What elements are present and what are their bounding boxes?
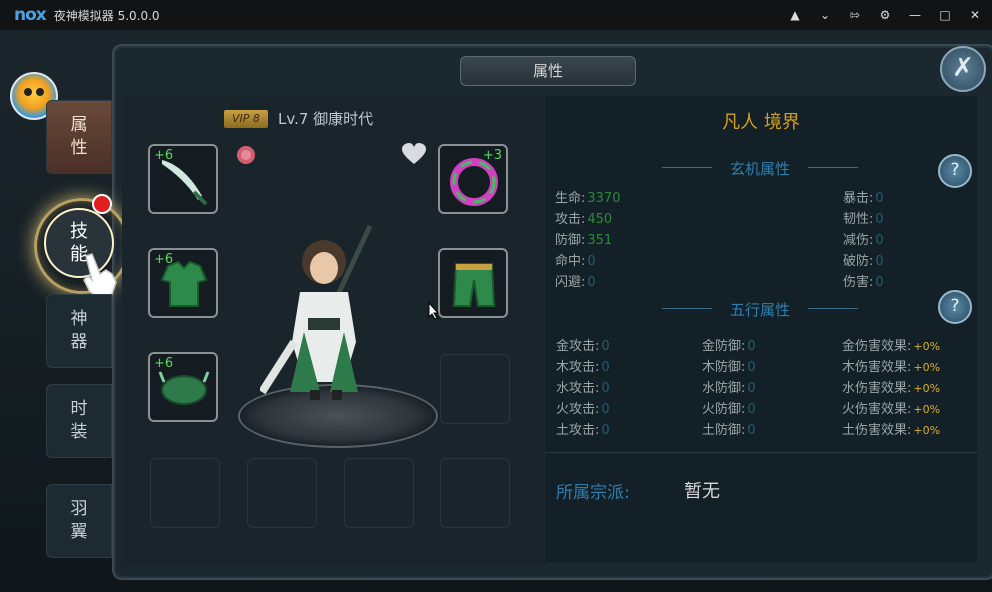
tab-attributes[interactable]: 属 性: [46, 100, 112, 174]
help-button[interactable]: ?: [938, 154, 972, 188]
tab-label: 羽 翼: [70, 499, 88, 542]
empty-slot[interactable]: [344, 458, 414, 528]
stat-row: 水防御: 0: [702, 381, 756, 396]
stat-row: 火伤害效果: +0%: [842, 402, 941, 417]
stat-row: 生命: 3370: [555, 191, 621, 206]
section-heading: 五行属性: [729, 301, 790, 319]
stat-row: 命中: 0: [555, 254, 596, 269]
tab-label: 时 装: [70, 399, 88, 442]
stat-row: 土伤害效果: +0%: [842, 423, 941, 438]
helmet-slot[interactable]: +6: [148, 352, 218, 422]
stat-row: 破防: 0: [843, 254, 884, 269]
stat-row: 闪避: 0: [555, 275, 596, 290]
pointing-hand-icon: [83, 253, 117, 299]
empty-slot[interactable]: [247, 458, 317, 528]
sect-value: 暂无: [684, 481, 720, 502]
divider: [808, 308, 858, 309]
stat-row: 火攻击: 0: [556, 402, 610, 417]
pants-slot[interactable]: [438, 248, 508, 318]
ring-icon: [450, 158, 498, 206]
tab-label: 属 性: [70, 115, 88, 158]
sword-icon: ✗: [952, 53, 974, 83]
sect-label: 所属宗派:: [556, 483, 630, 503]
help-button[interactable]: ?: [938, 290, 972, 324]
mouse-cursor-icon: [428, 302, 440, 320]
gear-icon[interactable]: ⚙: [878, 8, 892, 22]
close-panel-button[interactable]: ✗: [940, 46, 986, 92]
armor-slot[interactable]: +6: [148, 248, 218, 318]
stat-row: 水伤害效果: +0%: [842, 381, 941, 396]
heart-icon[interactable]: [400, 142, 428, 166]
rose-icon[interactable]: [234, 144, 258, 166]
stat-row: 减伤: 0: [843, 233, 884, 248]
minimize-icon[interactable]: —: [908, 8, 922, 22]
divider: [545, 452, 977, 453]
tab-label: 神 器: [70, 309, 88, 352]
close-icon[interactable]: ✕: [968, 8, 982, 22]
empty-slot[interactable]: [150, 458, 220, 528]
stat-row: 木攻击: 0: [556, 360, 610, 375]
divider: [808, 167, 858, 168]
helmet-icon: [158, 371, 210, 405]
app-title: 夜神模拟器 5.0.0.0: [53, 8, 160, 23]
panel-title: 属性: [460, 56, 636, 86]
stat-row: 火防御: 0: [702, 402, 756, 417]
tab-fashion[interactable]: 时 装: [46, 384, 112, 458]
stat-row: 土攻击: 0: [556, 423, 610, 438]
stat-row: 金防御: 0: [702, 339, 756, 354]
character-level-name: Lv.7 御康时代: [278, 110, 374, 128]
stat-row: 土防御: 0: [702, 423, 756, 438]
chevron-down-icon[interactable]: ⌄: [818, 8, 832, 22]
stat-row: 金攻击: 0: [556, 339, 610, 354]
stat-row: 攻击: 450: [555, 212, 613, 227]
pin-icon[interactable]: ⇰: [848, 8, 862, 22]
stat-row: 水攻击: 0: [556, 381, 610, 396]
window-controls: ▲ ⌄ ⇰ ⚙ — □ ✕: [788, 0, 982, 30]
armor-icon: [160, 260, 208, 307]
stat-row: 木伤害效果: +0%: [842, 360, 941, 375]
stat-row: 暴击: 0: [843, 191, 884, 206]
tab-artifact[interactable]: 神 器: [46, 294, 112, 368]
maximize-icon[interactable]: □: [938, 8, 952, 22]
vip-badge: VIP 8: [224, 110, 268, 128]
ring-slot[interactable]: +3: [438, 144, 508, 214]
tab-wings[interactable]: 羽 翼: [46, 484, 112, 558]
empty-slot[interactable]: [440, 354, 510, 424]
realm-title: 凡人 境界: [722, 112, 800, 133]
pants-icon: [452, 263, 496, 307]
stat-row: 金伤害效果: +0%: [842, 339, 941, 354]
emulator-titlebar: nox 夜神模拟器 5.0.0.0 ▲ ⌄ ⇰ ⚙ — □ ✕: [0, 0, 992, 30]
notification-badge: [92, 194, 112, 214]
stat-row: 韧性: 0: [843, 212, 884, 227]
sword-icon: [162, 160, 208, 206]
stat-row: 伤害: 0: [843, 275, 884, 290]
nox-logo: nox: [14, 5, 47, 25]
weapon-slot[interactable]: +6: [148, 144, 218, 214]
stat-row: 防御: 351: [555, 233, 613, 248]
shirt-icon[interactable]: ▲: [788, 8, 802, 22]
section-heading: 玄机属性: [729, 160, 790, 178]
empty-slot[interactable]: [440, 458, 510, 528]
character-model[interactable]: [260, 222, 390, 412]
stat-row: 木防御: 0: [702, 360, 756, 375]
